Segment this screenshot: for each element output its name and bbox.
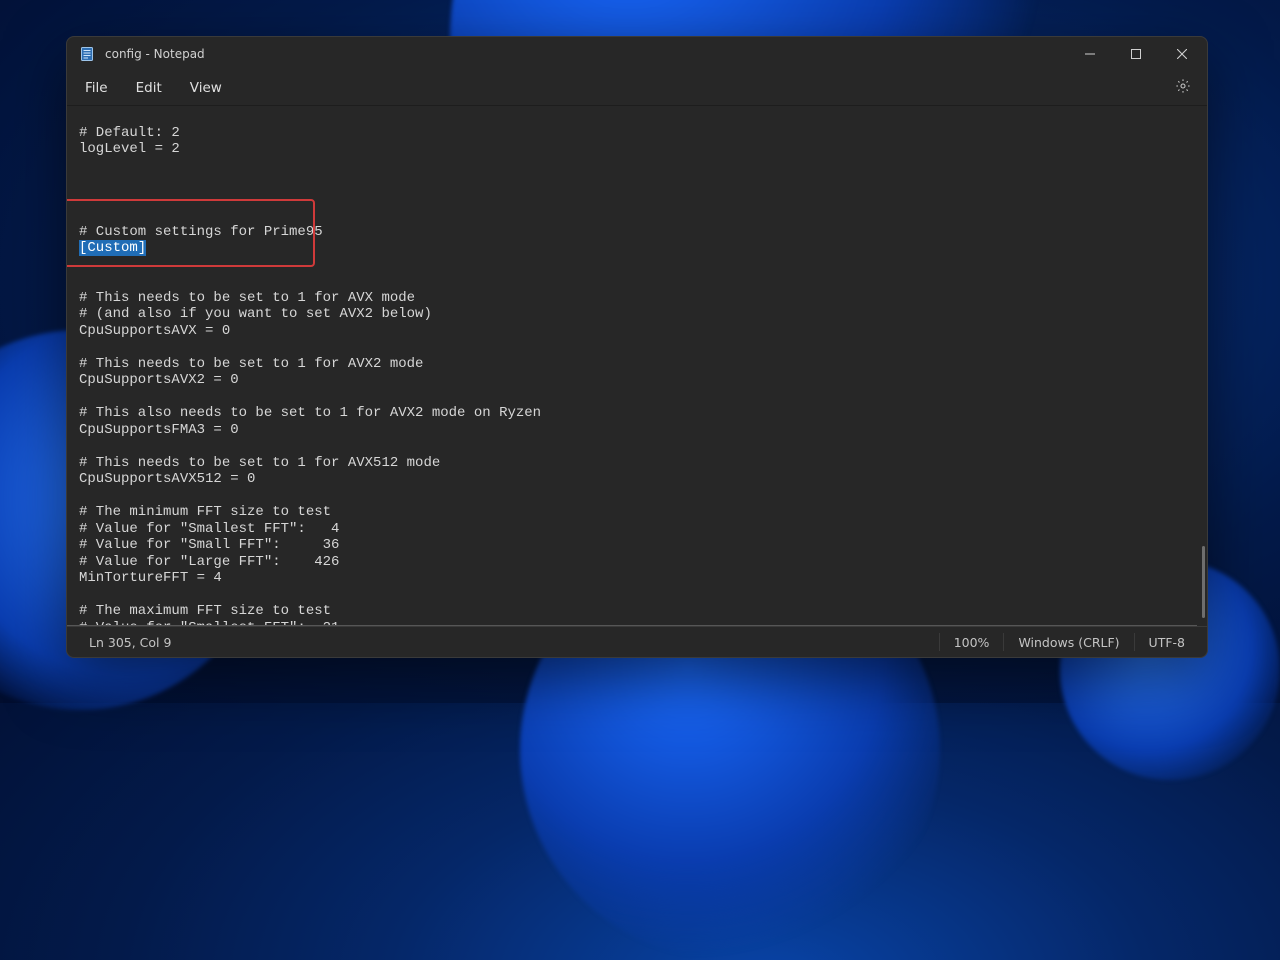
editor-line[interactable] (79, 191, 1197, 208)
gear-icon (1175, 82, 1191, 98)
editor-line[interactable] (79, 108, 1197, 125)
editor-line[interactable] (79, 488, 1197, 505)
editor-line[interactable] (79, 339, 1197, 356)
status-line-ending: Windows (CRLF) (1004, 627, 1133, 657)
editor-line[interactable]: # This needs to be set to 1 for AVX2 mod… (79, 356, 1197, 373)
notepad-icon (79, 46, 95, 62)
titlebar[interactable]: config - Notepad (67, 37, 1207, 71)
text-content[interactable]: # Default: 2logLevel = 2 # Custom settin… (67, 106, 1207, 626)
status-encoding: UTF-8 (1135, 627, 1199, 657)
menu-edit[interactable]: Edit (122, 74, 176, 102)
editor-line[interactable]: # Custom settings for Prime95 (79, 224, 1197, 241)
editor-line[interactable]: CpuSupportsAVX = 0 (79, 323, 1197, 340)
editor-line[interactable]: CpuSupportsFMA3 = 0 (79, 422, 1197, 439)
minimize-button[interactable] (1067, 37, 1113, 71)
close-button[interactable] (1159, 37, 1205, 71)
editor-line[interactable] (79, 273, 1197, 290)
menu-file[interactable]: File (71, 74, 122, 102)
notepad-window: config - Notepad File Edit View (66, 36, 1208, 658)
editor-line[interactable]: MinTortureFFT = 4 (79, 570, 1197, 587)
editor-line[interactable] (79, 207, 1197, 224)
editor-line[interactable]: [Custom] (79, 240, 1197, 257)
editor-line[interactable] (79, 257, 1197, 274)
editor-line[interactable]: # (and also if you want to set AVX2 belo… (79, 306, 1197, 323)
editor-line[interactable]: # Value for "Small FFT": 36 (79, 537, 1197, 554)
editor-line[interactable]: logLevel = 2 (79, 141, 1197, 158)
window-controls (1067, 37, 1205, 71)
menubar: File Edit View (67, 71, 1207, 105)
vertical-scrollbar[interactable] (1202, 546, 1205, 618)
status-zoom[interactable]: 100% (940, 627, 1004, 657)
editor-line[interactable] (79, 389, 1197, 406)
editor-line[interactable] (79, 158, 1197, 175)
text-selection[interactable]: [Custom] (79, 240, 146, 256)
editor-line[interactable]: # This needs to be set to 1 for AVX512 m… (79, 455, 1197, 472)
editor-line[interactable]: # Default: 2 (79, 125, 1197, 142)
editor-line[interactable]: # The maximum FFT size to test (79, 603, 1197, 620)
editor-line[interactable] (79, 438, 1197, 455)
menu-view[interactable]: View (176, 74, 236, 102)
editor-line[interactable]: # Value for "Smallest FFT": 4 (79, 521, 1197, 538)
editor-line[interactable]: # The minimum FFT size to test (79, 504, 1197, 521)
editor-line[interactable] (79, 174, 1197, 191)
editor-line[interactable]: # This needs to be set to 1 for AVX mode (79, 290, 1197, 307)
editor-line[interactable]: # Value for "Large FFT": 426 (79, 554, 1197, 571)
window-title: config - Notepad (105, 47, 205, 61)
status-caret-position: Ln 305, Col 9 (75, 627, 185, 657)
editor-bottom-separator (67, 625, 1197, 626)
settings-button[interactable] (1163, 72, 1203, 104)
editor-line[interactable]: CpuSupportsAVX512 = 0 (79, 471, 1197, 488)
statusbar: Ln 305, Col 9 100% Windows (CRLF) UTF-8 (67, 627, 1207, 657)
maximize-button[interactable] (1113, 37, 1159, 71)
editor-area[interactable]: # Default: 2logLevel = 2 # Custom settin… (67, 105, 1207, 627)
editor-line[interactable]: # This also needs to be set to 1 for AVX… (79, 405, 1197, 422)
editor-line[interactable]: CpuSupportsAVX2 = 0 (79, 372, 1197, 389)
editor-line[interactable] (79, 587, 1197, 604)
